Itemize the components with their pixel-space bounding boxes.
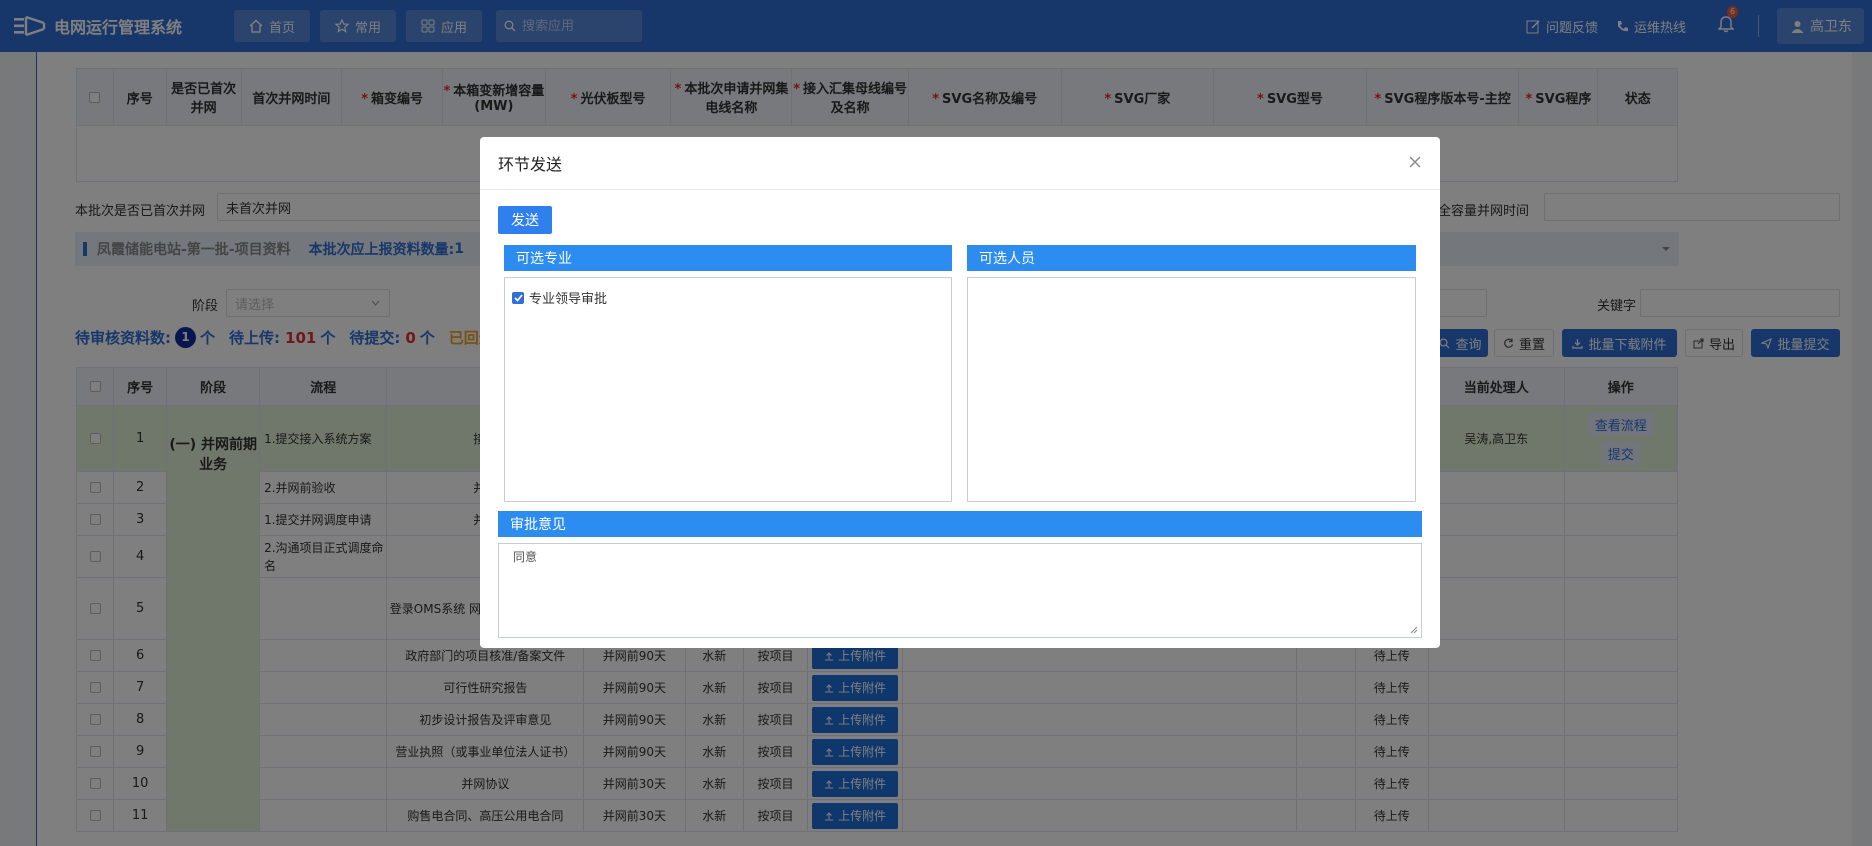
opinion-header: 审批意见 xyxy=(498,511,1422,537)
specialty-panel: 专业领导审批 xyxy=(504,277,952,502)
dialog-header: 环节发送 xyxy=(480,137,1440,190)
close-icon[interactable] xyxy=(1408,155,1422,169)
people-panel[interactable] xyxy=(967,277,1416,502)
send-dialog: 环节发送 发送 可选专业 专业领导审批 可选人员 审批意见 同意 xyxy=(480,137,1440,648)
specialty-panel-header: 可选专业 xyxy=(504,245,952,271)
resize-handle-icon[interactable] xyxy=(1410,626,1418,634)
people-panel-header: 可选人员 xyxy=(967,245,1416,271)
specialty-option-label: 专业领导审批 xyxy=(529,292,608,307)
checked-checkbox-icon[interactable] xyxy=(512,291,524,304)
opinion-textarea[interactable]: 同意 xyxy=(498,543,1422,638)
send-button[interactable]: 发送 xyxy=(498,206,552,234)
specialty-option[interactable]: 专业领导审批 xyxy=(512,288,951,307)
dialog-title: 环节发送 xyxy=(498,155,563,174)
